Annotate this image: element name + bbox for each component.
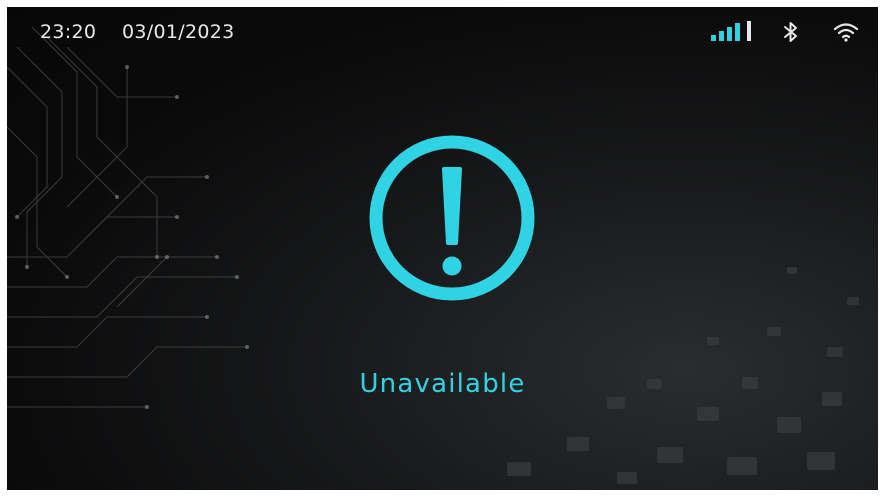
date-label: 03/01/2023 [122,21,235,43]
status-message: Unavailable [359,369,526,399]
bluetooth-icon [783,21,799,48]
wifi-icon [833,21,859,48]
clock-time: 23:20 [40,21,97,43]
status-bar: 23:20 03/01/2023 [7,7,878,57]
device-screen: 23:20 03/01/2023 Unavailable [7,7,878,490]
cellular-signal-icon [711,21,753,48]
exclamation-circle-icon [369,135,535,301]
